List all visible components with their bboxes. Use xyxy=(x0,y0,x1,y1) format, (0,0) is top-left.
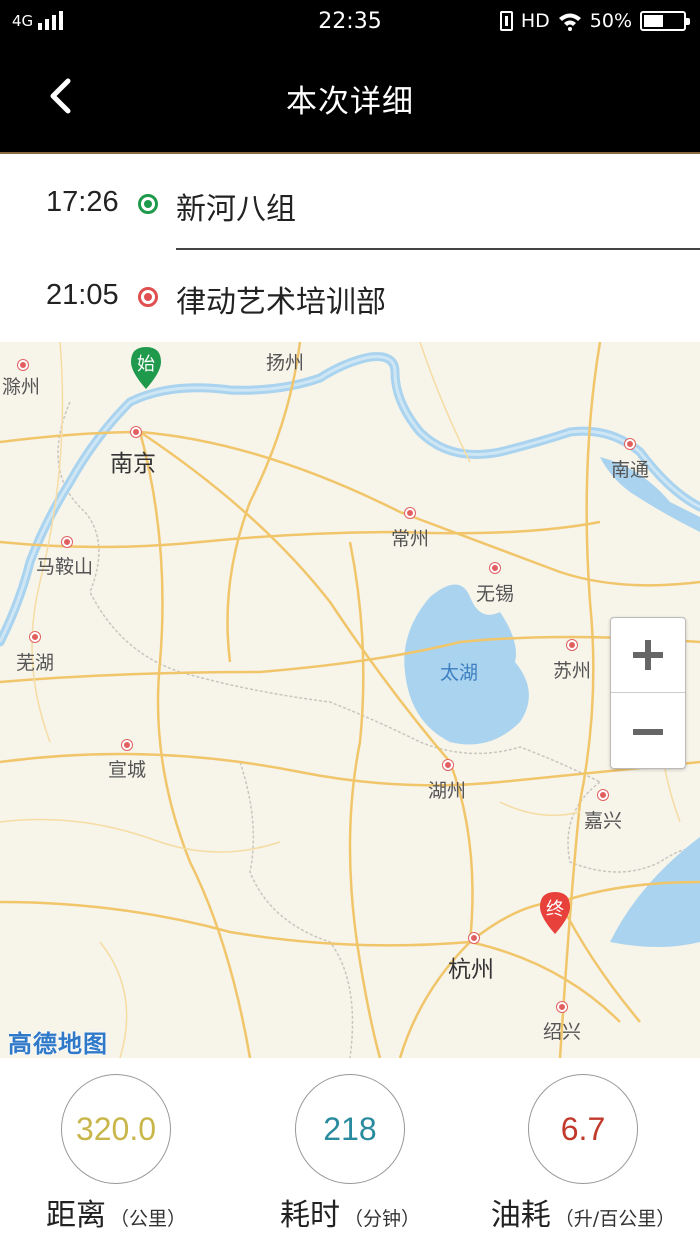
status-right: HD 50% xyxy=(499,10,690,32)
city-marker xyxy=(443,760,453,770)
page-title: 本次详细 xyxy=(286,84,414,120)
city-marker xyxy=(567,640,577,650)
lake-label: 太湖 xyxy=(440,662,479,684)
map-base xyxy=(0,342,700,1058)
city-marker xyxy=(598,790,608,800)
city-marker xyxy=(469,933,479,943)
zoom-control xyxy=(610,617,686,769)
city-marker xyxy=(490,563,500,573)
route-summary: 17:26 新河八组 21:05 律动艺术培训部 xyxy=(0,156,700,342)
end-place: 律动艺术培训部 xyxy=(176,285,386,320)
distance-stat: 320.0 距离 （公里） xyxy=(6,1074,226,1234)
hd-indicator: HD xyxy=(520,10,550,32)
route-end-row: 21:05 律动艺术培训部 xyxy=(0,249,700,342)
status-bar: 4G 22:35 HD 50% xyxy=(0,0,700,44)
city-label: 马鞍山 xyxy=(36,556,94,578)
distance-label: 距离 xyxy=(45,1198,106,1233)
city-label: 绍兴 xyxy=(543,1021,582,1043)
trip-stats: 320.0 距离 （公里） 218 耗时 （分钟） 6.7 油耗 （升/百公里） xyxy=(0,1058,700,1244)
start-pin-icon[interactable]: 始 xyxy=(130,346,162,390)
distance-label-row: 距离 （公里） xyxy=(6,1190,226,1234)
duration-unit: （分钟） xyxy=(343,1208,420,1230)
city-label: 扬州 xyxy=(266,352,305,374)
city-label: 南京 xyxy=(110,451,156,477)
wifi-icon xyxy=(558,13,581,31)
battery-icon xyxy=(640,11,690,31)
minus-icon xyxy=(633,728,663,735)
start-place: 新河八组 xyxy=(176,192,296,227)
city-marker xyxy=(625,439,635,449)
battery-percent: 50% xyxy=(589,10,632,32)
fuel-label: 油耗 xyxy=(490,1198,551,1233)
distance-unit: （公里） xyxy=(109,1208,186,1230)
city-marker xyxy=(62,537,72,547)
city-label: 南通 xyxy=(611,459,650,481)
end-pin-icon[interactable]: 终 xyxy=(539,891,571,935)
city-marker xyxy=(405,508,415,518)
fuel-stat: 6.7 油耗 （升/百公里） xyxy=(473,1074,693,1234)
fuel-unit: （升/百公里） xyxy=(554,1208,676,1230)
route-map[interactable]: 滁州 扬州 南京 南通 常州 马鞍山 无锡 芜湖 苏州 宣城 湖州 嘉兴 杭州 … xyxy=(0,342,700,1058)
city-marker xyxy=(30,632,40,642)
end-time: 21:05 xyxy=(46,279,119,311)
city-label: 嘉兴 xyxy=(584,810,623,832)
route-start-row: 17:26 新河八组 xyxy=(0,156,700,249)
start-time: 17:26 xyxy=(46,186,119,218)
duration-value: 218 xyxy=(295,1074,405,1184)
charging-icon xyxy=(499,11,513,31)
city-label: 常州 xyxy=(391,528,430,550)
start-point-icon xyxy=(138,194,158,214)
city-label: 宣城 xyxy=(108,759,147,781)
end-point-icon xyxy=(138,287,158,307)
fuel-value: 6.7 xyxy=(528,1074,638,1184)
zoom-in-button[interactable] xyxy=(611,618,685,693)
zoom-out-button[interactable] xyxy=(611,694,685,769)
city-label: 苏州 xyxy=(553,660,592,682)
city-label: 湖州 xyxy=(428,780,467,802)
duration-stat: 218 耗时 （分钟） xyxy=(240,1074,460,1234)
distance-value: 320.0 xyxy=(61,1074,171,1184)
duration-label-row: 耗时 （分钟） xyxy=(240,1190,460,1234)
start-pin-label: 始 xyxy=(137,354,155,375)
end-pin-label: 终 xyxy=(546,899,564,920)
city-marker xyxy=(18,360,28,370)
city-label: 芜湖 xyxy=(16,652,55,674)
plus-icon xyxy=(633,640,663,670)
duration-label: 耗时 xyxy=(279,1198,340,1233)
city-marker xyxy=(131,427,141,437)
app-header: 本次详细 xyxy=(0,44,700,154)
map-provider-logo: 高德地图 xyxy=(8,1030,108,1058)
fuel-label-row: 油耗 （升/百公里） xyxy=(473,1190,693,1234)
city-label: 滁州 xyxy=(2,376,41,398)
city-label: 无锡 xyxy=(476,583,515,605)
city-marker xyxy=(122,740,132,750)
city-marker xyxy=(557,1002,567,1012)
city-label: 杭州 xyxy=(448,957,494,983)
